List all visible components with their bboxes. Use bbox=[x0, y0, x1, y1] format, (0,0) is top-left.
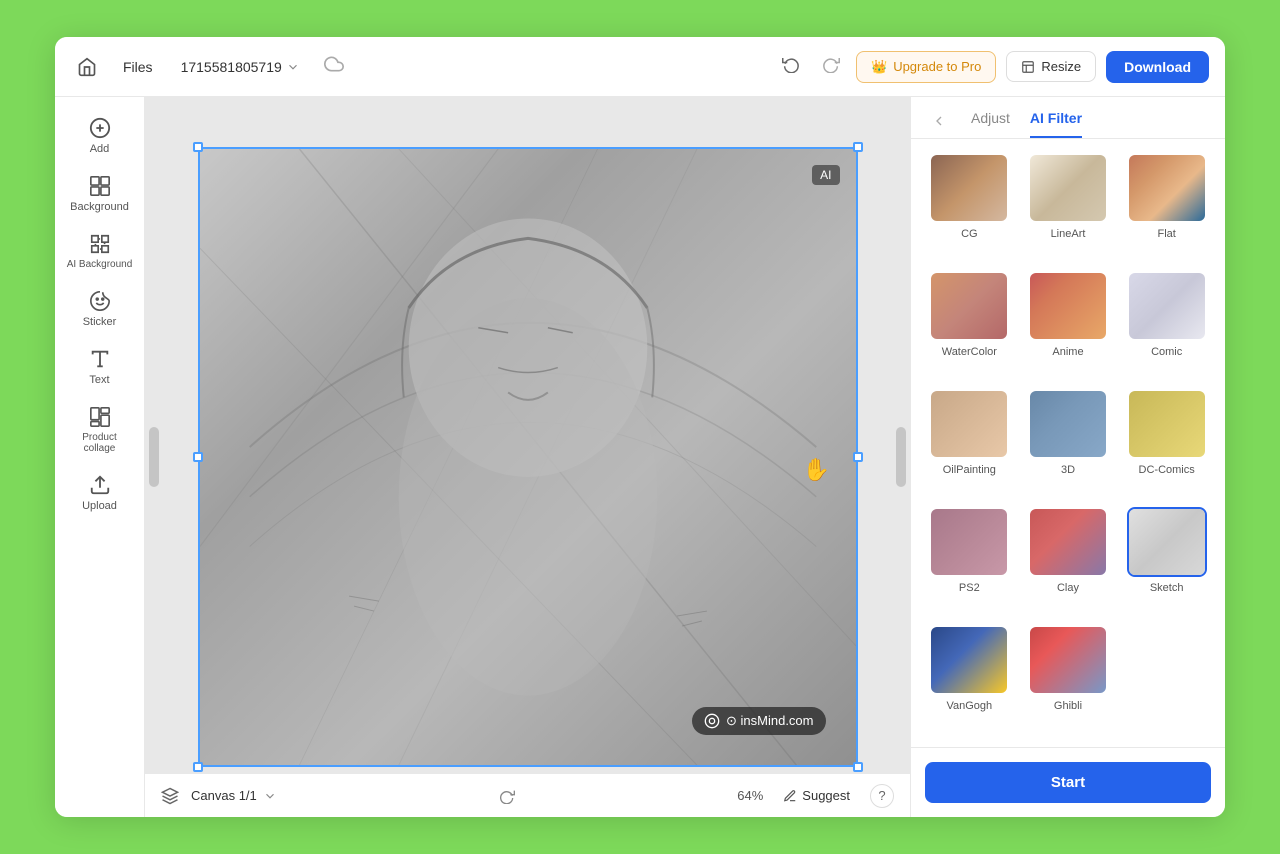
upgrade-button[interactable]: 👑 Upgrade to Pro bbox=[856, 51, 996, 83]
sidebar-item-label: Upload bbox=[82, 500, 117, 512]
sidebar-item-text[interactable]: Text bbox=[62, 340, 138, 394]
resize-button[interactable]: Resize bbox=[1006, 51, 1096, 82]
filter-item-ps2[interactable]: PS2 bbox=[925, 507, 1014, 615]
sidebar-item-product-collage[interactable]: Product collage bbox=[62, 398, 138, 462]
download-button[interactable]: Download bbox=[1106, 51, 1209, 83]
scroll-handle-right bbox=[896, 427, 906, 487]
header: Files 1715581805719 👑 Up bbox=[55, 37, 1225, 97]
canvas-area[interactable]: AI New bbox=[145, 97, 910, 817]
ai-badge: AI bbox=[812, 165, 839, 185]
filter-item-comic[interactable]: Comic bbox=[1122, 271, 1211, 379]
handle-tr[interactable] bbox=[853, 142, 863, 152]
undo-button[interactable] bbox=[776, 49, 806, 84]
sidebar-item-upload[interactable]: Upload bbox=[62, 466, 138, 520]
sidebar-item-label: AI Background bbox=[67, 259, 133, 270]
crown-icon: 👑 bbox=[871, 59, 887, 75]
sidebar-item-background[interactable]: Background bbox=[62, 167, 138, 221]
suggest-button[interactable]: Suggest bbox=[775, 784, 858, 807]
filter-item-dccomics[interactable]: DC-Comics bbox=[1122, 389, 1211, 497]
filter-item-vangogh[interactable]: VanGogh bbox=[925, 625, 1014, 733]
filter-item-sketch[interactable]: Sketch bbox=[1122, 507, 1211, 615]
right-panel: Adjust AI Filter CG LineArt bbox=[910, 97, 1225, 817]
filter-item-anime[interactable]: Anime bbox=[1024, 271, 1113, 379]
home-button[interactable] bbox=[71, 51, 103, 83]
sidebar-item-label: Background bbox=[70, 201, 129, 213]
handle-mr[interactable] bbox=[853, 452, 863, 462]
start-button[interactable]: Start bbox=[925, 762, 1211, 803]
sidebar-item-label: Sticker bbox=[83, 316, 117, 328]
main-area: Add Background AI Background bbox=[55, 97, 1225, 817]
tab-adjust[interactable]: Adjust bbox=[971, 110, 1010, 138]
panel-tabs: Adjust AI Filter bbox=[911, 97, 1225, 139]
layers-icon bbox=[161, 787, 179, 805]
sidebar-item-ai-background[interactable]: AI Background bbox=[62, 225, 138, 278]
left-sidebar: Add Background AI Background bbox=[55, 97, 145, 817]
panel-bottom: Start bbox=[911, 747, 1225, 817]
cloud-icon bbox=[324, 54, 344, 79]
sidebar-item-label: Text bbox=[89, 374, 109, 386]
header-actions: 👑 Upgrade to Pro Resize Download bbox=[776, 49, 1209, 84]
sidebar-item-add[interactable]: Add bbox=[62, 109, 138, 163]
filter-item-3d[interactable]: 3D bbox=[1024, 389, 1113, 497]
canvas-info[interactable]: Canvas 1/1 bbox=[191, 788, 277, 803]
canvas-wrapper: AI New bbox=[198, 147, 858, 767]
sidebar-item-label: Add bbox=[90, 143, 110, 155]
filter-item-watercolor[interactable]: WaterColor bbox=[925, 271, 1014, 379]
filter-item-cg[interactable]: CG bbox=[925, 153, 1014, 261]
bottom-bar: Canvas 1/1 64% Suggest ? bbox=[145, 773, 910, 817]
handle-br[interactable] bbox=[853, 762, 863, 772]
handle-bl[interactable] bbox=[193, 762, 203, 772]
scroll-handle-left bbox=[149, 427, 159, 487]
sidebar-item-sticker[interactable]: Sticker bbox=[62, 282, 138, 336]
app-window: Files 1715581805719 👑 Up bbox=[55, 37, 1225, 817]
filter-item-oilpainting[interactable]: OilPainting bbox=[925, 389, 1014, 497]
help-button[interactable]: ? bbox=[870, 784, 894, 808]
tab-ai-filter[interactable]: AI Filter bbox=[1030, 110, 1082, 138]
filter-item-lineart[interactable]: LineArt bbox=[1024, 153, 1113, 261]
filter-item-ghibli[interactable]: Ghibli bbox=[1024, 625, 1113, 733]
files-nav[interactable]: Files bbox=[115, 55, 161, 79]
zoom-level: 64% bbox=[737, 788, 763, 803]
panel-back-button[interactable] bbox=[927, 109, 951, 138]
filename-display[interactable]: 1715581805719 bbox=[173, 55, 308, 79]
canvas-image[interactable]: AI ⊙ insMind.com bbox=[198, 147, 858, 767]
handle-tl[interactable] bbox=[193, 142, 203, 152]
refresh-icon[interactable] bbox=[499, 788, 515, 804]
filter-item-clay[interactable]: Clay bbox=[1024, 507, 1113, 615]
watermark: ⊙ insMind.com bbox=[692, 707, 825, 735]
handle-ml[interactable] bbox=[193, 452, 203, 462]
filter-item-flat[interactable]: Flat bbox=[1122, 153, 1211, 261]
filter-grid: CG LineArt Flat WaterColor Anime bbox=[911, 139, 1225, 747]
redo-button[interactable] bbox=[816, 49, 846, 84]
sidebar-item-label: Product collage bbox=[66, 432, 134, 454]
